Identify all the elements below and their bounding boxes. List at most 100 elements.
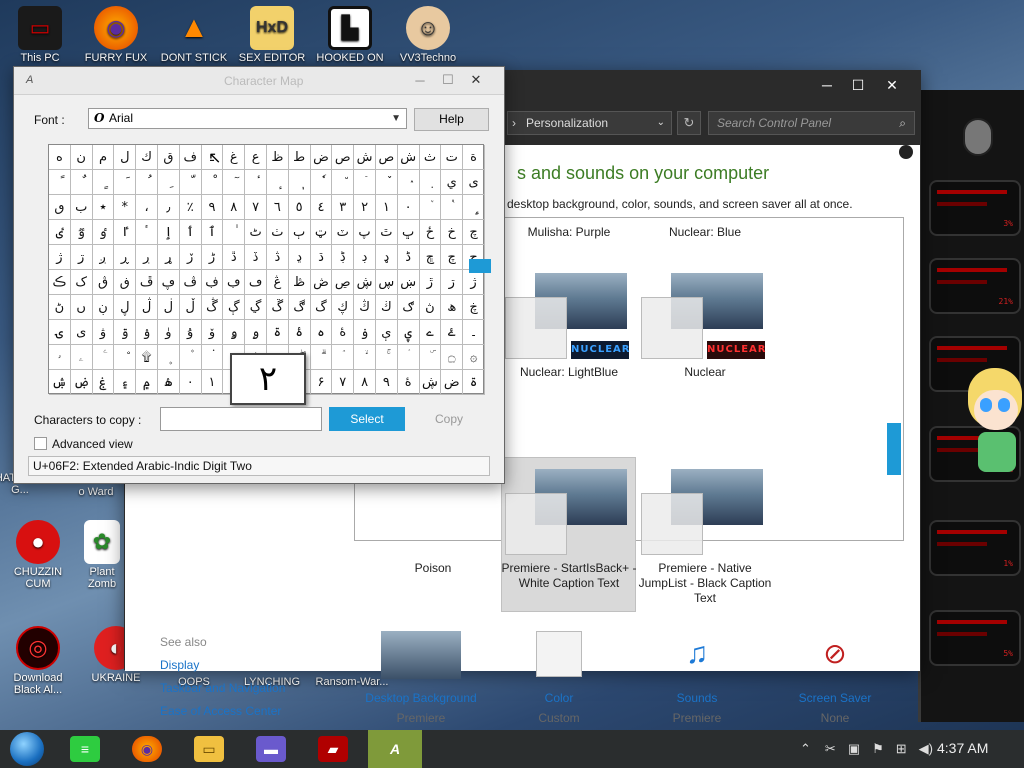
taskbar-firefox[interactable]: ◉ xyxy=(120,730,174,768)
character-cell[interactable]: ۦ xyxy=(70,345,93,370)
character-cell[interactable]: ړ xyxy=(157,245,180,270)
character-cell[interactable]: * xyxy=(114,195,137,220)
volume-icon[interactable]: ◀) xyxy=(919,741,933,757)
character-cell[interactable]: ۱ xyxy=(201,370,224,395)
character-cell[interactable]: ږ xyxy=(92,245,115,270)
character-cell[interactable]: ٳ xyxy=(157,220,180,245)
character-cell[interactable]: ۶ xyxy=(310,370,333,395)
start-button[interactable] xyxy=(0,730,54,768)
taskbar-clock[interactable]: 4:37 AM xyxy=(937,740,988,756)
character-cell[interactable]: ک xyxy=(70,270,93,295)
character-cell[interactable]: ڢ xyxy=(223,270,246,295)
taskbar-game[interactable]: ▰ xyxy=(306,730,360,768)
character-cell[interactable]: ٰ xyxy=(223,220,246,245)
link-taskbar-navigation[interactable]: Taskbar and Navigation xyxy=(160,681,285,695)
character-cell[interactable]: ٤ xyxy=(310,195,333,220)
desktop-background-setting[interactable]: Desktop Background Premiere xyxy=(361,631,481,725)
character-cell[interactable]: ڊ xyxy=(354,245,376,270)
theme-poison[interactable]: Poison xyxy=(363,561,503,576)
character-cell[interactable]: ڥ xyxy=(157,270,180,295)
character-cell[interactable]: چ xyxy=(441,245,464,270)
character-cell[interactable]: ڛ xyxy=(375,270,398,295)
link-ease-of-access[interactable]: Ease of Access Center xyxy=(160,704,281,718)
character-cell[interactable]: ۼ xyxy=(92,370,115,395)
character-cell[interactable]: ٶ xyxy=(92,220,115,245)
desktop-icon-plant[interactable]: ✿ Plant Zomb xyxy=(80,520,124,590)
character-cell[interactable]: ڮ xyxy=(332,295,355,320)
character-cell[interactable]: ٯ xyxy=(49,195,71,220)
character-cell[interactable]: ڬ xyxy=(375,295,398,320)
character-cell[interactable]: ْ xyxy=(201,170,224,195)
character-cell[interactable]: ٹ xyxy=(245,220,267,245)
character-cell[interactable]: ۸ xyxy=(354,370,376,395)
character-cell[interactable]: ۻ xyxy=(70,370,93,395)
character-cell[interactable]: ڗ xyxy=(441,270,464,295)
character-cell[interactable]: ٝ xyxy=(441,195,464,220)
minimize-button[interactable]: ─ xyxy=(810,71,844,99)
display-icon[interactable]: ▣ xyxy=(848,741,860,757)
character-cell[interactable]: ٴ xyxy=(136,220,158,245)
character-cell[interactable]: ڜ xyxy=(354,270,376,295)
character-cell[interactable]: ش xyxy=(354,145,376,170)
character-cell[interactable]: ٗ xyxy=(310,170,333,195)
character-cell[interactable]: ط xyxy=(288,145,311,170)
character-cell[interactable]: ڗ xyxy=(70,245,93,270)
character-cell[interactable]: ڐ xyxy=(223,245,246,270)
maximize-button[interactable]: ☐ xyxy=(841,71,875,99)
character-cell[interactable]: پ xyxy=(354,220,376,245)
character-cell[interactable]: ٚ xyxy=(375,170,398,195)
character-cell[interactable]: ڴ xyxy=(201,295,224,320)
character-cell[interactable]: ً xyxy=(49,170,71,195)
character-cell[interactable]: ڡ xyxy=(245,270,267,295)
character-cell[interactable]: ۷ xyxy=(332,370,355,395)
character-cell[interactable]: ڔ xyxy=(136,245,158,270)
help-button[interactable]: Help xyxy=(414,108,489,131)
character-cell[interactable]: ڶ xyxy=(157,295,180,320)
character-cell[interactable]: ۾ xyxy=(136,370,158,395)
character-cell[interactable]: ڀ xyxy=(397,220,420,245)
desktop-icon-hex-editor[interactable]: HxD SEX EDITOR xyxy=(236,6,308,64)
character-cell[interactable]: ژ xyxy=(49,245,71,270)
chevron-up-icon[interactable]: ⌃ xyxy=(800,741,811,757)
desktop-icon-this-pc[interactable]: ▭ This PC xyxy=(4,6,76,64)
theme-nuclear-lightblue[interactable]: Nuclear: LightBlue xyxy=(499,365,639,380)
copy-button[interactable]: Copy xyxy=(414,407,484,431)
character-cell[interactable]: ڙ xyxy=(419,270,442,295)
character-cell[interactable]: ڈ xyxy=(397,245,420,270)
character-cell[interactable]: ۆ xyxy=(201,320,224,345)
character-cell[interactable]: ع xyxy=(245,145,267,170)
character-cell[interactable]: ڸ xyxy=(114,295,137,320)
character-cell[interactable]: ڪ xyxy=(49,270,71,295)
theme-premiere-white[interactable]: Premiere - StartIsBack+ - White Caption … xyxy=(499,561,639,591)
character-cell[interactable]: ۏ xyxy=(354,320,376,345)
character-cell[interactable]: ڤ xyxy=(179,270,202,295)
character-cell[interactable]: ۰ xyxy=(179,370,202,395)
character-cell[interactable]: ھ xyxy=(441,295,464,320)
character-cell[interactable]: ۥ xyxy=(49,345,71,370)
help-icon[interactable] xyxy=(899,145,913,159)
character-cell[interactable]: ۓ xyxy=(441,320,464,345)
character-cell[interactable]: ٺ xyxy=(266,220,289,245)
character-cell[interactable]: ڰ xyxy=(288,295,311,320)
character-cell[interactable]: ش xyxy=(397,145,420,170)
character-cell[interactable]: ٜ xyxy=(419,170,442,195)
character-cell[interactable]: ۹ xyxy=(375,370,398,395)
character-cell[interactable]: ڱ xyxy=(266,295,289,320)
character-cell[interactable]: ۃ xyxy=(463,370,485,395)
character-cell[interactable]: ۚ xyxy=(375,345,398,370)
character-cell[interactable]: ٫ xyxy=(157,195,180,220)
character-cell[interactable]: ۅ xyxy=(223,320,246,345)
character-cell[interactable]: ۈ xyxy=(157,320,180,345)
character-cell[interactable]: ڻ xyxy=(49,295,71,320)
desktop-icon-firefox[interactable]: ◉ FURRY FUX xyxy=(80,6,152,64)
character-cell[interactable]: ﺽ xyxy=(441,370,464,395)
character-cell[interactable]: ف xyxy=(179,145,202,170)
character-cell[interactable]: ۬ xyxy=(201,345,224,370)
character-cell[interactable]: ۺ xyxy=(49,370,71,395)
character-cell[interactable]: ۜ xyxy=(419,345,442,370)
character-cell[interactable]: ٻ xyxy=(288,220,311,245)
character-cell[interactable]: ڑ xyxy=(201,245,224,270)
character-cell[interactable]: ۋ xyxy=(92,320,115,345)
character-cell[interactable]: ق xyxy=(157,145,180,170)
taskbar-charmap[interactable]: A xyxy=(368,730,422,768)
